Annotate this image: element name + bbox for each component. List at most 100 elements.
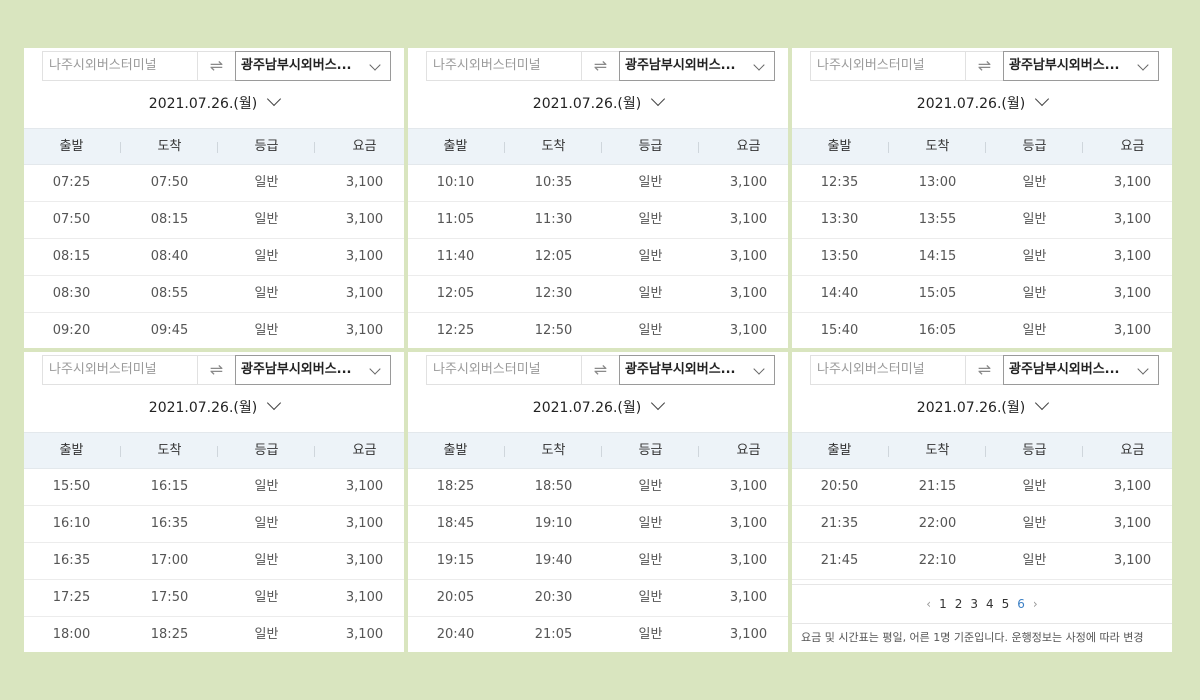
arrival-terminal-select[interactable]: 광주남부시외버스... [1003, 51, 1159, 81]
swap-route-button[interactable]: ⇌ [966, 51, 1003, 81]
cell-grade: 일반 [1022, 323, 1047, 338]
cell-grade: 일반 [1022, 175, 1047, 190]
departure-terminal-input[interactable]: 나주시외버스터미널 [42, 355, 198, 385]
arrival-terminal-select[interactable]: 광주남부시외버스... [1003, 355, 1159, 385]
table-header: 출발 도착 등급 요금 [408, 432, 788, 469]
date-selector[interactable]: 2021.07.26.(월) [792, 91, 1172, 116]
page-link[interactable]: 5 [1002, 585, 1010, 623]
arrival-terminal-select[interactable]: 광주남부시외버스... [235, 51, 391, 81]
column-header-grade: 등급 [254, 443, 279, 458]
column-header-grade: 등급 [1022, 443, 1047, 458]
cell-grade: 일반 [638, 286, 663, 301]
chevron-down-icon [369, 59, 381, 71]
column-header-depart: 출발 [827, 139, 852, 154]
cell-depart: 19:15 [436, 553, 475, 568]
cell-fare: 3,100 [729, 249, 768, 264]
table-row: 07:25 07:50 일반 3,100 [24, 165, 404, 202]
cell-depart: 15:40 [820, 323, 859, 338]
column-divider [314, 446, 315, 457]
table-row: 09:20 09:45 일반 3,100 [24, 313, 404, 348]
table-row: 18:45 19:10 일반 3,100 [408, 506, 788, 543]
page-link[interactable]: 6 [1017, 585, 1025, 623]
page-link[interactable]: 3 [970, 585, 978, 623]
table-row: 11:05 11:30 일반 3,100 [408, 202, 788, 239]
cell-arrive: 16:35 [150, 516, 189, 531]
cell-fare: 3,100 [729, 553, 768, 568]
column-divider [601, 142, 602, 153]
date-selector[interactable]: 2021.07.26.(월) [792, 395, 1172, 420]
page-link[interactable]: 1 [939, 585, 947, 623]
cell-arrive: 12:30 [534, 286, 573, 301]
departure-terminal-input[interactable]: 나주시외버스터미널 [426, 355, 582, 385]
swap-route-button[interactable]: ⇌ [198, 51, 235, 81]
chevron-down-icon [369, 363, 381, 375]
chevron-down-icon [267, 395, 282, 411]
cell-depart: 18:45 [436, 516, 475, 531]
date-selector[interactable]: 2021.07.26.(월) [24, 91, 404, 116]
table-row: 08:30 08:55 일반 3,100 [24, 276, 404, 313]
column-divider [985, 446, 986, 457]
cell-arrive: 09:45 [150, 323, 189, 338]
timetable-panel: 나주시외버스터미널 ⇌ 광주남부시외버스... 2021.07.26.(월) 출발 도착 등… [792, 48, 1172, 348]
cell-depart: 11:05 [436, 212, 475, 227]
cell-grade: 일반 [1022, 212, 1047, 227]
departure-terminal-input[interactable]: 나주시외버스터미널 [810, 355, 966, 385]
cell-fare: 3,100 [345, 479, 384, 494]
cell-arrive: 17:00 [150, 553, 189, 568]
column-divider [601, 446, 602, 457]
cell-fare: 3,100 [345, 212, 384, 227]
cell-depart: 12:25 [436, 323, 475, 338]
chevron-down-icon [1035, 91, 1050, 107]
cell-arrive: 19:10 [534, 516, 573, 531]
arrival-terminal-select[interactable]: 광주남부시외버스... [235, 355, 391, 385]
column-header-grade: 등급 [1022, 139, 1047, 154]
cell-grade: 일반 [254, 590, 279, 605]
cell-fare: 3,100 [729, 175, 768, 190]
cell-grade: 일반 [638, 175, 663, 190]
cell-arrive: 07:50 [150, 175, 189, 190]
departure-terminal-input[interactable]: 나주시외버스터미널 [810, 51, 966, 81]
cell-grade: 일반 [638, 479, 663, 494]
timetable-panel: 나주시외버스터미널 ⇌ 광주남부시외버스... 2021.07.26.(월) 출발 도착 등… [408, 48, 788, 348]
cell-depart: 15:50 [52, 479, 91, 494]
cell-fare: 3,100 [729, 212, 768, 227]
arrival-terminal-select[interactable]: 광주남부시외버스... [619, 51, 775, 81]
date-selector[interactable]: 2021.07.26.(월) [24, 395, 404, 420]
route-selector: 나주시외버스터미널 ⇌ 광주남부시외버스... [42, 51, 391, 81]
swap-route-button[interactable]: ⇌ [198, 355, 235, 385]
table-row: 20:40 21:05 일반 3,100 [408, 617, 788, 652]
route-selector: 나주시외버스터미널 ⇌ 광주남부시외버스... [810, 51, 1159, 81]
route-selector: 나주시외버스터미널 ⇌ 광주남부시외버스... [426, 51, 775, 81]
date-selector[interactable]: 2021.07.26.(월) [408, 91, 788, 116]
swap-route-button[interactable]: ⇌ [582, 51, 619, 81]
column-header-arrive: 도착 [541, 443, 566, 458]
cell-grade: 일반 [638, 627, 663, 642]
swap-route-button[interactable]: ⇌ [966, 355, 1003, 385]
date-value: 2021.07.26.(월) [148, 96, 258, 112]
table-row: 12:05 12:30 일반 3,100 [408, 276, 788, 313]
cell-arrive: 13:55 [918, 212, 957, 227]
departure-terminal-input[interactable]: 나주시외버스터미널 [426, 51, 582, 81]
cell-grade: 일반 [254, 553, 279, 568]
column-header-depart: 출발 [827, 443, 852, 458]
cell-grade: 일반 [1022, 553, 1047, 568]
swap-route-button[interactable]: ⇌ [582, 355, 619, 385]
column-header-arrive: 도착 [541, 139, 566, 154]
date-selector[interactable]: 2021.07.26.(월) [408, 395, 788, 420]
chevron-down-icon [1035, 395, 1050, 411]
arrival-terminal-select[interactable]: 광주남부시외버스... [619, 355, 775, 385]
cell-fare: 3,100 [1113, 212, 1152, 227]
column-header-fare: 요금 [352, 139, 377, 154]
timetable-panel: 나주시외버스터미널 ⇌ 광주남부시외버스... 2021.07.26.(월) 출발 도착 등… [24, 352, 404, 652]
table-header: 출발 도착 등급 요금 [24, 432, 404, 469]
departure-terminal-input[interactable]: 나주시외버스터미널 [42, 51, 198, 81]
page-link[interactable]: 2 [955, 585, 963, 623]
cell-arrive: 16:05 [918, 323, 957, 338]
prev-page-button[interactable]: ‹ [926, 585, 931, 623]
cell-fare: 3,100 [729, 479, 768, 494]
column-divider [217, 446, 218, 457]
page-link[interactable]: 4 [986, 585, 994, 623]
cell-grade: 일반 [254, 627, 279, 642]
next-page-button[interactable]: › [1033, 585, 1038, 623]
cell-fare: 3,100 [345, 175, 384, 190]
